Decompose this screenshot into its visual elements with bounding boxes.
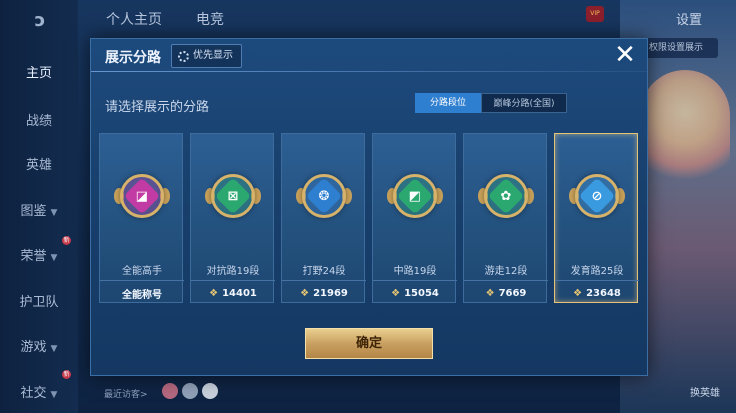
lane-label: 全能高手 (122, 266, 162, 277)
tab-lane-rank[interactable]: 分路段位 (415, 93, 481, 113)
avatar[interactable] (182, 383, 198, 399)
lane-card-farm[interactable]: ⊘ 发育路25段 ❖ 23648 (554, 133, 639, 305)
gear-icon (178, 50, 189, 62)
clash-lane-icon: ⊠ (211, 174, 255, 218)
tab-esports[interactable]: 电竞 (196, 9, 224, 29)
new-badge: 新 (62, 370, 71, 379)
lane-score: 23648 (586, 287, 621, 299)
roam-icon: ✿ (484, 174, 528, 218)
recent-visitors-link[interactable]: 最近访客> (104, 387, 148, 400)
sidebar-item-label: 荣誉 (20, 249, 47, 264)
lane-card-clash[interactable]: ⊠ 对抗路19段 ❖ 14401 (190, 133, 275, 305)
back-logo-icon[interactable]: ↄ (22, 10, 58, 31)
sidebar-item-social[interactable]: 社交 ▼ (0, 382, 78, 401)
chevron-down-icon: ▼ (50, 344, 58, 354)
sidebar-item-label: 图鉴 (20, 204, 47, 219)
lane-footer: ❖ 23648 (555, 280, 639, 305)
new-badge: 新 (62, 236, 71, 245)
sidebar: ↄ 主页 战绩 英雄 图鉴 ▼ 新 荣誉 ▼ 护卫队 游戏 ▼ 新 社交 ▼ (0, 0, 78, 413)
sidebar-item-label: 游戏 (20, 340, 47, 355)
lane-footer: ❖ 14401 (191, 280, 275, 305)
lane-score: 15054 (404, 287, 439, 299)
lane-card-roam[interactable]: ✿ 游走12段 ❖ 7669 (463, 133, 548, 305)
sidebar-item-home[interactable]: 主页 (0, 62, 78, 81)
lane-footer: ❖ 7669 (464, 280, 548, 305)
dialog-title: 展示分路 (105, 50, 161, 66)
lane-display-dialog: 展示分路 优先显示 ✕ 请选择展示的分路 分路段位 巅峰分路(全国) ◪ 全能高… (90, 38, 648, 376)
lane-score: 7669 (498, 287, 527, 299)
sidebar-item-label: 英雄 (25, 158, 52, 173)
sidebar-item-label: 战绩 (25, 114, 52, 129)
lane-score: 全能称号 (122, 289, 162, 301)
sidebar-item-label: 主页 (25, 66, 52, 81)
sidebar-item-record[interactable]: 战绩 (0, 110, 78, 129)
avatar[interactable] (162, 383, 178, 399)
tab-peak-lane[interactable]: 巅峰分路(全国) (481, 93, 567, 113)
lane-label: 发育路25段 (570, 266, 624, 277)
all-round-icon: ◪ (120, 174, 164, 218)
lane-footer: ❖ 15054 (373, 280, 457, 305)
lane-footer: 全能称号 (100, 280, 184, 305)
segment-control: 分路段位 巅峰分路(全国) (415, 93, 567, 113)
sidebar-item-guard[interactable]: 护卫队 (0, 291, 78, 310)
rank-points-icon: ❖ (300, 287, 310, 299)
lane-score: 14401 (222, 287, 257, 299)
priority-label: 优先显示 (193, 50, 233, 61)
avatar[interactable] (202, 383, 218, 399)
sidebar-item-honor[interactable]: 荣誉 ▼ (0, 245, 78, 264)
priority-display-button[interactable]: 优先显示 (171, 44, 242, 68)
sidebar-item-games[interactable]: 游戏 ▼ (0, 336, 78, 355)
chevron-down-icon: ▼ (50, 253, 58, 263)
divider (91, 71, 647, 72)
rank-points-icon: ❖ (391, 287, 401, 299)
chevron-down-icon: ▼ (50, 208, 58, 218)
lane-card-all-round[interactable]: ◪ 全能高手 全能称号 (99, 133, 184, 305)
lane-label: 对抗路19段 (206, 266, 260, 277)
chevron-down-icon: ▼ (50, 390, 58, 400)
farm-lane-icon: ⊘ (575, 174, 619, 218)
tab-profile[interactable]: 个人主页 (106, 9, 162, 29)
lane-score: 21969 (313, 287, 348, 299)
selection-prompt: 请选择展示的分路 (105, 100, 210, 115)
sidebar-item-codex[interactable]: 图鉴 ▼ (0, 200, 78, 219)
close-icon[interactable]: ✕ (611, 41, 639, 69)
bottom-strip: 最近访客> (78, 374, 736, 413)
top-bar: 个人主页 电竞 (78, 0, 736, 38)
rank-points-icon: ❖ (485, 287, 495, 299)
lane-card-mid[interactable]: ◩ 中路19段 ❖ 15054 (372, 133, 457, 305)
sidebar-item-label: 社交 (20, 386, 47, 401)
lane-label: 游走12段 (484, 266, 528, 277)
sidebar-item-heroes[interactable]: 英雄 (0, 154, 78, 173)
confirm-button[interactable]: 确定 (305, 328, 433, 359)
lane-card-jungle[interactable]: ❂ 打野24段 ❖ 21969 (281, 133, 366, 305)
lane-label: 中路19段 (393, 266, 437, 277)
vip-badge: VIP (586, 6, 604, 22)
change-hero-button[interactable]: 换英雄 (690, 384, 720, 399)
sidebar-item-label: 护卫队 (19, 295, 59, 310)
lane-footer: ❖ 21969 (282, 280, 366, 305)
mid-lane-icon: ◩ (393, 174, 437, 218)
hero-figure (640, 70, 730, 190)
lane-label: 打野24段 (302, 266, 346, 277)
rank-points-icon: ❖ (209, 287, 219, 299)
rank-points-icon: ❖ (573, 287, 583, 299)
settings-button[interactable]: 设置 (676, 9, 702, 28)
jungle-icon: ❂ (302, 174, 346, 218)
